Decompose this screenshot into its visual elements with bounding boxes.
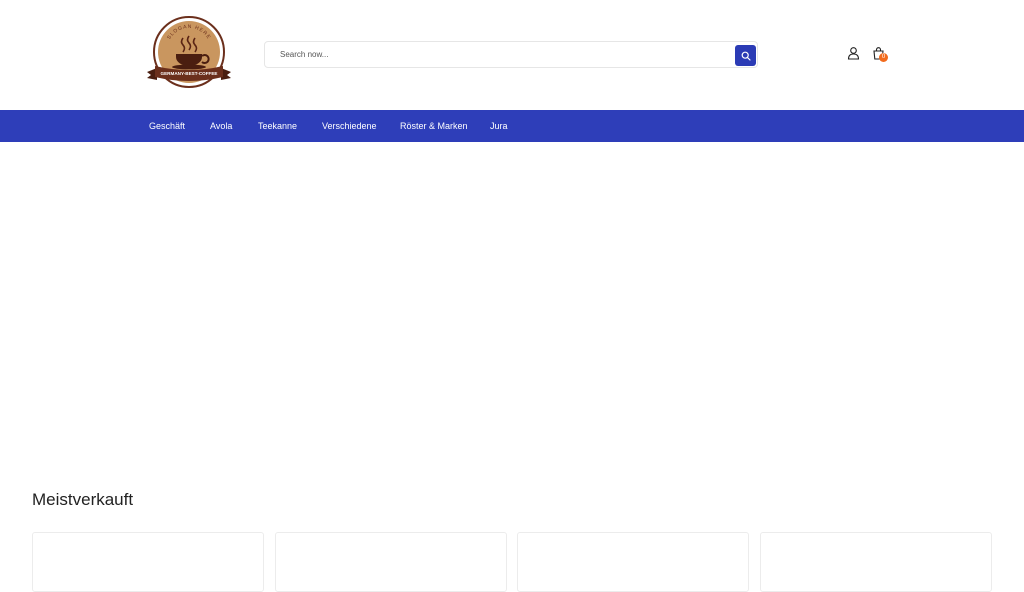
account-button[interactable] bbox=[846, 46, 861, 61]
product-card[interactable] bbox=[32, 532, 264, 592]
coffee-cup-logo-icon: SLOGAN HERE GERMANY-BEST-COFFEE bbox=[147, 16, 231, 88]
section-title-bestsellers: Meistverkauft bbox=[32, 490, 134, 509]
product-card[interactable] bbox=[275, 532, 507, 592]
search-button[interactable] bbox=[735, 45, 756, 66]
search-icon bbox=[741, 51, 751, 61]
nav-item-verschiedene[interactable]: Verschiedene bbox=[322, 110, 377, 142]
user-icon bbox=[847, 47, 860, 60]
nav-item-teekanne[interactable]: Teekanne bbox=[258, 110, 297, 142]
nav-item-avola[interactable]: Avola bbox=[210, 110, 232, 142]
site-logo[interactable]: SLOGAN HERE GERMANY-BEST-COFFEE bbox=[145, 16, 233, 90]
search-bar bbox=[264, 41, 758, 68]
site-header: SLOGAN HERE GERMANY-BEST-COFFEE Search n… bbox=[0, 0, 1024, 110]
product-card[interactable] bbox=[517, 532, 749, 592]
main-navigation: Geschäft Avola Teekanne Verschiedene Rös… bbox=[0, 110, 1024, 142]
cart-count-badge: 0 bbox=[879, 53, 888, 62]
product-card[interactable] bbox=[760, 532, 992, 592]
search-input[interactable] bbox=[265, 42, 725, 67]
nav-item-geschaeft[interactable]: Geschäft bbox=[149, 110, 185, 142]
logo-ribbon-text: GERMANY-BEST-COFFEE bbox=[161, 71, 218, 76]
nav-item-jura[interactable]: Jura bbox=[490, 110, 508, 142]
nav-item-roester-marken[interactable]: Röster & Marken bbox=[400, 110, 468, 142]
